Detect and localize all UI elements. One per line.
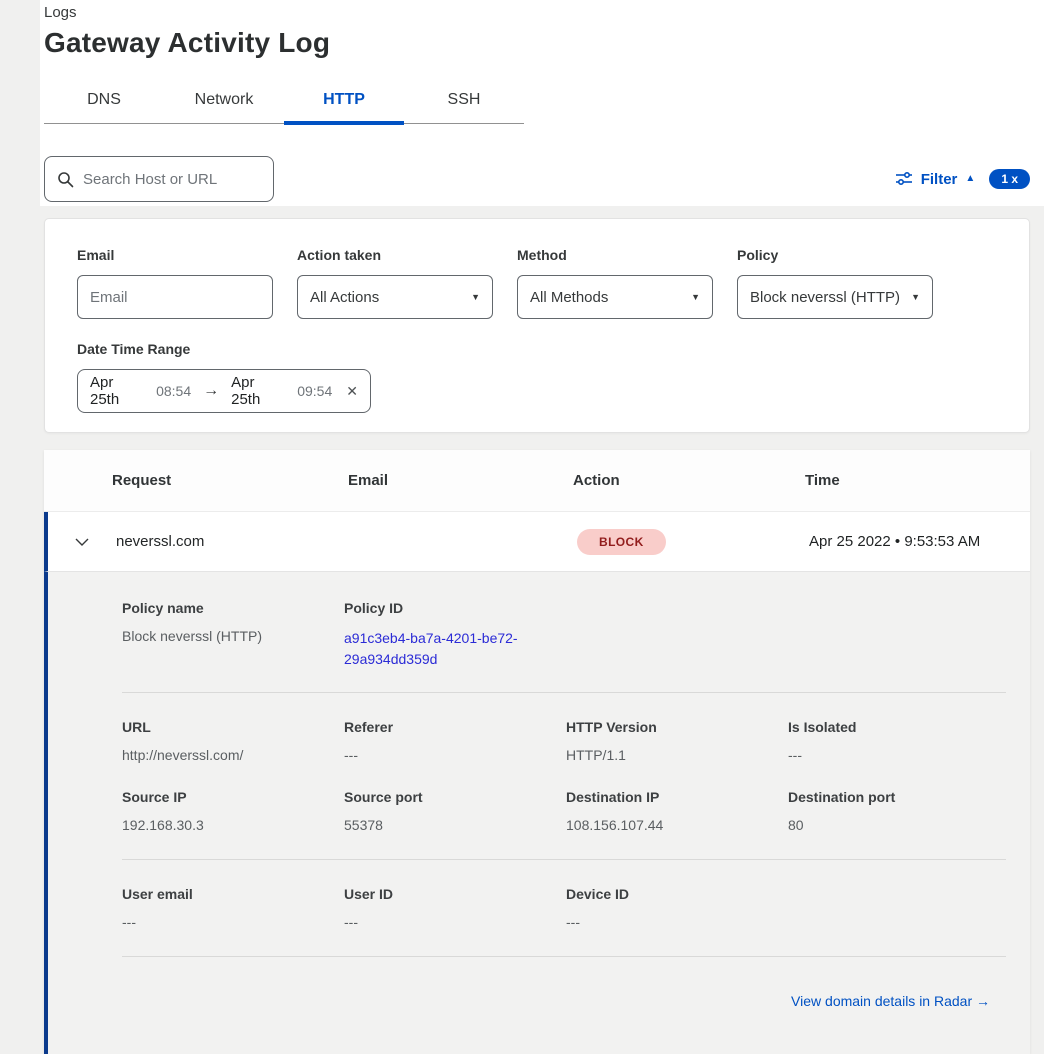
action-taken-select[interactable]: All Actions ▼ [297,275,493,319]
col-header-request: Request [112,472,348,489]
tab-network[interactable]: Network [164,81,284,123]
policy-name-value: Block neverssl (HTTP) [122,628,344,644]
chevron-down-icon: ▼ [911,292,920,302]
filter-count-badge[interactable]: 1 x [989,169,1030,189]
policy-select[interactable]: Block neverssl (HTTP) ▼ [737,275,933,319]
start-date[interactable]: Apr 25th [90,374,146,408]
user-email-group: User email --- [122,886,344,930]
device-id-group: Device ID --- [566,886,788,930]
chevron-down-icon: ▼ [691,292,700,302]
destination-port-group: Destination port 80 [788,789,1006,833]
source-ip-group: Source IP 192.168.30.3 [122,789,344,833]
tab-ssh[interactable]: SSH [404,81,524,123]
is-isolated-group: Is Isolated --- [788,719,1006,763]
range-arrow-icon: → [201,382,221,400]
filter-button[interactable]: Filter [921,171,958,188]
search-input[interactable] [83,171,261,188]
clear-date-range-icon[interactable]: ✕ [346,383,358,400]
date-time-range-label: Date Time Range [77,341,997,357]
col-header-email: Email [348,472,573,489]
tab-bar: DNS Network HTTP SSH [44,81,524,124]
policy-name-group: Policy name Block neverssl (HTTP) [122,600,344,670]
divider [122,859,1006,860]
row-detail-panel: Policy name Block neverssl (HTTP) Policy… [44,572,1030,1054]
policy-id-link[interactable]: a91c3eb4-ba7a-4201-be72- 29a934dd359d [344,628,566,670]
col-header-action: Action [573,472,805,489]
collapse-filters-icon[interactable]: ▲ [965,174,975,184]
table-header-row: Request Email Action Time [44,450,1030,512]
filter-panel: Email Action taken All Actions ▼ Method … [44,218,1030,433]
referer-group: Referer --- [344,719,566,763]
referer-value: --- [344,747,566,763]
start-time[interactable]: 08:54 [156,383,191,399]
method-label: Method [517,247,713,263]
chevron-down-icon: ▼ [471,292,480,302]
http-version-value: HTTP/1.1 [566,747,788,763]
divider [122,956,1006,957]
tab-http[interactable]: HTTP [284,81,404,123]
user-email-value: --- [122,914,344,930]
http-version-group: HTTP Version HTTP/1.1 [566,719,788,763]
email-field[interactable] [90,289,260,306]
source-ip-value: 192.168.30.3 [122,817,344,833]
radar-details-link[interactable]: View domain details in Radar → [791,993,990,1009]
page-title: Gateway Activity Log [44,27,1030,59]
source-port-value: 55378 [344,817,566,833]
user-id-value: --- [344,914,566,930]
filter-icon [895,171,913,187]
policy-id-group: Policy ID a91c3eb4-ba7a-4201-be72- 29a93… [344,600,566,670]
search-icon [57,171,74,188]
is-isolated-value: --- [788,747,1006,763]
end-time[interactable]: 09:54 [297,383,332,399]
action-taken-label: Action taken [297,247,493,263]
status-badge: BLOCK [577,529,666,555]
source-port-group: Source port 55378 [344,789,566,833]
url-value: http://neverssl.com/ [122,747,344,763]
url-group: URL http://neverssl.com/ [122,719,344,763]
activity-log-table: Request Email Action Time neverssl.com B… [44,450,1030,1054]
policy-label: Policy [737,247,933,263]
destination-ip-value: 108.156.107.44 [566,817,788,833]
table-row[interactable]: neverssl.com BLOCK Apr 25 2022 • 9:53:53… [44,512,1030,572]
user-id-group: User ID --- [344,886,566,930]
destination-ip-group: Destination IP 108.156.107.44 [566,789,788,833]
divider [122,692,1006,693]
row-expand-chevron-icon[interactable] [48,538,116,546]
breadcrumb: Logs [44,0,1030,21]
email-label: Email [77,247,273,263]
search-box[interactable] [44,156,274,202]
row-request: neverssl.com [116,533,352,550]
date-range-picker[interactable]: Apr 25th 08:54 → Apr 25th 09:54 ✕ [77,369,371,413]
end-date[interactable]: Apr 25th [231,374,287,408]
device-id-value: --- [566,914,788,930]
destination-port-value: 80 [788,817,1006,833]
col-header-time: Time [805,472,1030,489]
row-time: Apr 25 2022 • 9:53:53 AM [809,533,1030,550]
method-select[interactable]: All Methods ▼ [517,275,713,319]
tab-dns[interactable]: DNS [44,81,164,123]
